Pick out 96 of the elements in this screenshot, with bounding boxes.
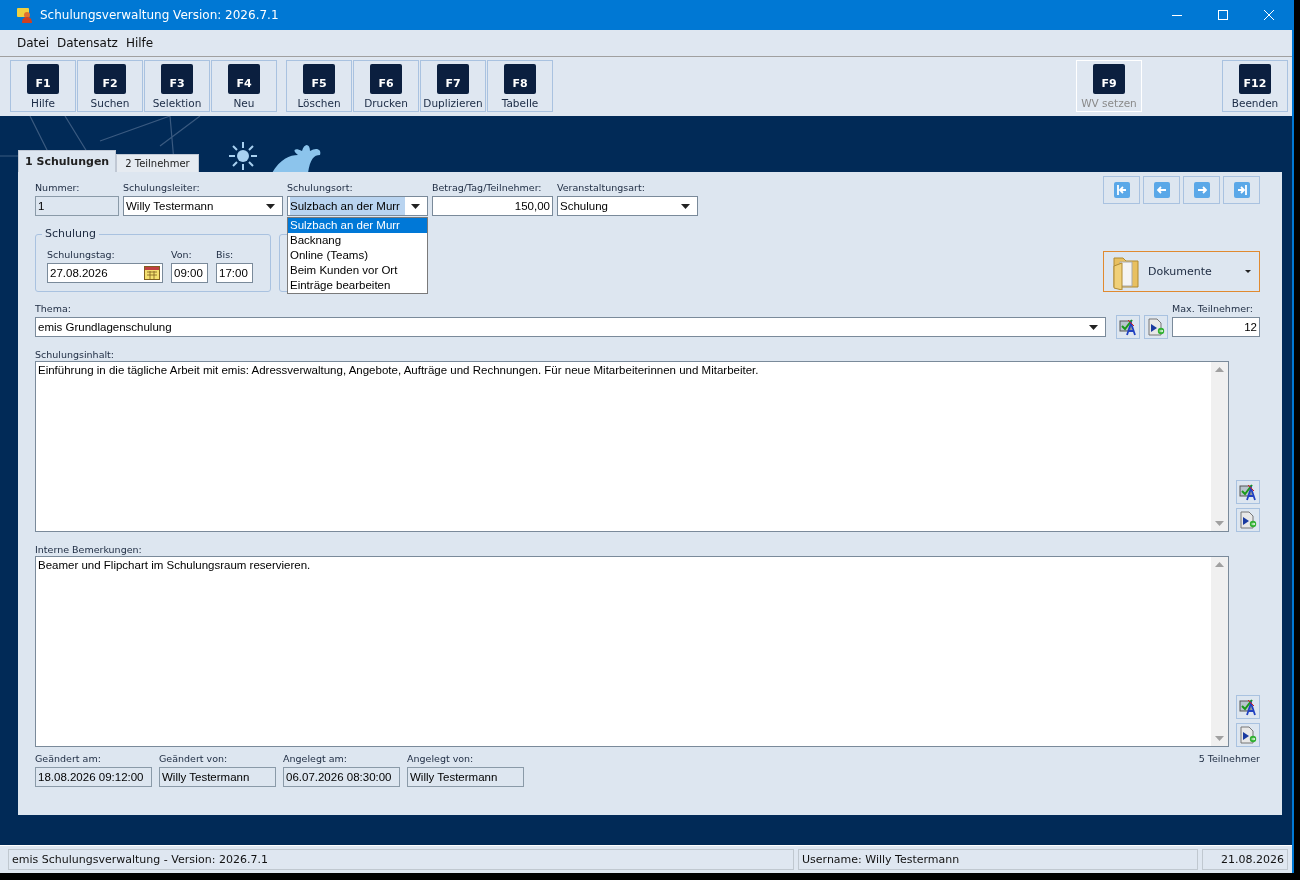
- field-label: Veranstaltungsart:: [557, 182, 646, 193]
- dropdown-option[interactable]: Einträge bearbeiten: [288, 278, 427, 293]
- spellcheck-button[interactable]: [1236, 695, 1260, 719]
- field-label: Geändert von:: [159, 753, 229, 764]
- last-record-button[interactable]: [1223, 176, 1260, 204]
- field-label: Schulungstag:: [47, 249, 116, 260]
- event-type-dropdown[interactable]: Schulung: [557, 196, 698, 216]
- menu-item[interactable]: Datensatz: [57, 36, 118, 50]
- arrow-right-icon: [1193, 182, 1210, 198]
- field-label: Betrag/Tag/Teilnehmer:: [432, 182, 543, 193]
- document-arrow-button[interactable]: [1236, 723, 1260, 747]
- close-icon: [1264, 10, 1274, 20]
- toolbar-button[interactable]: F8 Tabelle: [487, 60, 553, 112]
- readonly-field: 18.08.2026 09:12:00: [35, 767, 152, 787]
- first-record-button[interactable]: [1103, 176, 1140, 204]
- caret-icon: [411, 203, 420, 209]
- topic-dropdown[interactable]: emis Grundlagenschulung: [35, 317, 1106, 337]
- spellcheck-button[interactable]: [1116, 315, 1140, 339]
- toolbar-button[interactable]: F4 Neu: [211, 60, 277, 112]
- spellcheck-icon: [1239, 483, 1257, 501]
- caret-icon: [1245, 270, 1251, 273]
- scroll-down-icon: [1215, 736, 1224, 741]
- scroll-up-icon: [1215, 367, 1224, 372]
- location-dropdown[interactable]: Sulzbach an der Murr: [287, 196, 428, 216]
- maximize-icon: [1218, 10, 1228, 20]
- field-text: Einführung in die tägliche Arbeit mit emis: Adressverwaltung, Angebote, Aufträge und Rechnungen. Für neue Mitarbeiterinnen und Mitarbeiter.: [37, 363, 760, 378]
- spellcheck-icon: [1119, 318, 1137, 336]
- participant-count: 5 Teilnehmer: [1198, 753, 1260, 764]
- dropdown-option[interactable]: Sulzbach an der Murr: [288, 218, 427, 233]
- spellcheck-button[interactable]: [1236, 480, 1260, 504]
- time-field[interactable]: 17:00: [216, 263, 253, 283]
- field-label: Nummer:: [35, 182, 81, 193]
- field-label: Angelegt am:: [283, 753, 348, 764]
- toolbar-button[interactable]: F6 Drucken: [353, 60, 419, 112]
- toolbar-button[interactable]: F5 Löschen: [286, 60, 352, 112]
- field-label: Max. Teilnehmer:: [1172, 303, 1254, 314]
- scroll-up-icon: [1215, 562, 1224, 567]
- readonly-field: 06.07.2026 08:30:00: [283, 767, 400, 787]
- tab[interactable]: 2 Teilnehmer: [116, 154, 199, 172]
- content-textarea[interactable]: Einführung in die tägliche Arbeit mit emis: Adressverwaltung, Angebote, Aufträge und Rechnungen. Für neue Mitarbeiterinnen und Mitarbeiter.: [35, 361, 1229, 532]
- field-label: Interne Bemerkungen:: [35, 544, 143, 555]
- dropdown-option[interactable]: Beim Kunden vor Ort: [288, 263, 427, 278]
- time-field[interactable]: 09:00: [171, 263, 208, 283]
- arrow-left-icon: [1153, 182, 1170, 198]
- caret-icon: [266, 203, 275, 209]
- document-arrow-icon: [1239, 726, 1257, 744]
- readonly-field: Willy Testermann: [407, 767, 524, 787]
- scrollbar[interactable]: [1211, 362, 1228, 531]
- field-label: Von:: [171, 249, 193, 260]
- window-title: Schulungsverwaltung Version: 2026.7.1: [40, 8, 279, 22]
- field-label: Thema:: [35, 303, 72, 314]
- field-label: Schulungsinhalt:: [35, 349, 116, 360]
- caret-icon: [1089, 324, 1098, 330]
- caret-icon: [681, 203, 690, 209]
- status-text: emis Schulungsverwaltung - Version: 2026.7.1: [8, 849, 794, 870]
- field-text: Beamer und Flipchart im Schulungsraum reservieren.: [37, 558, 312, 573]
- group-title: Schulung: [42, 227, 99, 240]
- arrow-left-icon: [1113, 182, 1130, 198]
- minimize-icon: [1172, 14, 1182, 16]
- trainer-dropdown[interactable]: Willy Testermann: [123, 196, 283, 216]
- status-text: 21.08.2026: [1202, 849, 1288, 870]
- arrow-right-icon: [1233, 182, 1250, 198]
- menu-item[interactable]: Datei: [17, 36, 49, 50]
- tab[interactable]: 1 Schulungen: [18, 150, 117, 172]
- menu-item[interactable]: Hilfe: [125, 36, 154, 50]
- field-label: Bis:: [216, 249, 235, 260]
- dropdown-option[interactable]: Backnang: [288, 233, 427, 248]
- notes-textarea[interactable]: Beamer und Flipchart im Schulungsraum reservieren.: [35, 556, 1229, 747]
- field-label: Schulungsort:: [287, 182, 354, 193]
- toolbar-button[interactable]: F1 Hilfe: [10, 60, 76, 112]
- documents-button[interactable]: Dokumente: [1103, 251, 1260, 292]
- number-field[interactable]: 1: [35, 196, 119, 216]
- scrollbar[interactable]: [1211, 557, 1228, 746]
- status-text: Username: Willy Testermann: [798, 849, 1198, 870]
- field-label: Schulungsleiter:: [123, 182, 201, 193]
- toolbar-button[interactable]: F2 Suchen: [77, 60, 143, 112]
- dropdown-option[interactable]: Online (Teams): [288, 248, 427, 263]
- calendar-icon: [144, 266, 160, 280]
- field-label: Geändert am:: [35, 753, 102, 764]
- prev-record-button[interactable]: [1143, 176, 1180, 204]
- max-participants-field[interactable]: 12: [1172, 317, 1260, 337]
- app-icon: [16, 6, 34, 24]
- date-field[interactable]: 27.08.2026: [47, 263, 163, 283]
- document-arrow-icon: [1147, 318, 1165, 336]
- toolbar-button[interactable]: F7 Duplizieren: [420, 60, 486, 112]
- toolbar-button[interactable]: F12 Beenden: [1222, 60, 1288, 112]
- document-arrow-button[interactable]: [1236, 508, 1260, 532]
- document-arrow-button[interactable]: [1144, 315, 1168, 339]
- toolbar-button[interactable]: F3 Selektion: [144, 60, 210, 112]
- field-label: Angelegt von:: [407, 753, 475, 764]
- readonly-field: Willy Testermann: [159, 767, 276, 787]
- amount-field[interactable]: 150,00: [432, 196, 553, 216]
- scroll-down-icon: [1215, 521, 1224, 526]
- next-record-button[interactable]: [1183, 176, 1220, 204]
- spellcheck-icon: [1239, 698, 1257, 716]
- document-arrow-icon: [1239, 511, 1257, 529]
